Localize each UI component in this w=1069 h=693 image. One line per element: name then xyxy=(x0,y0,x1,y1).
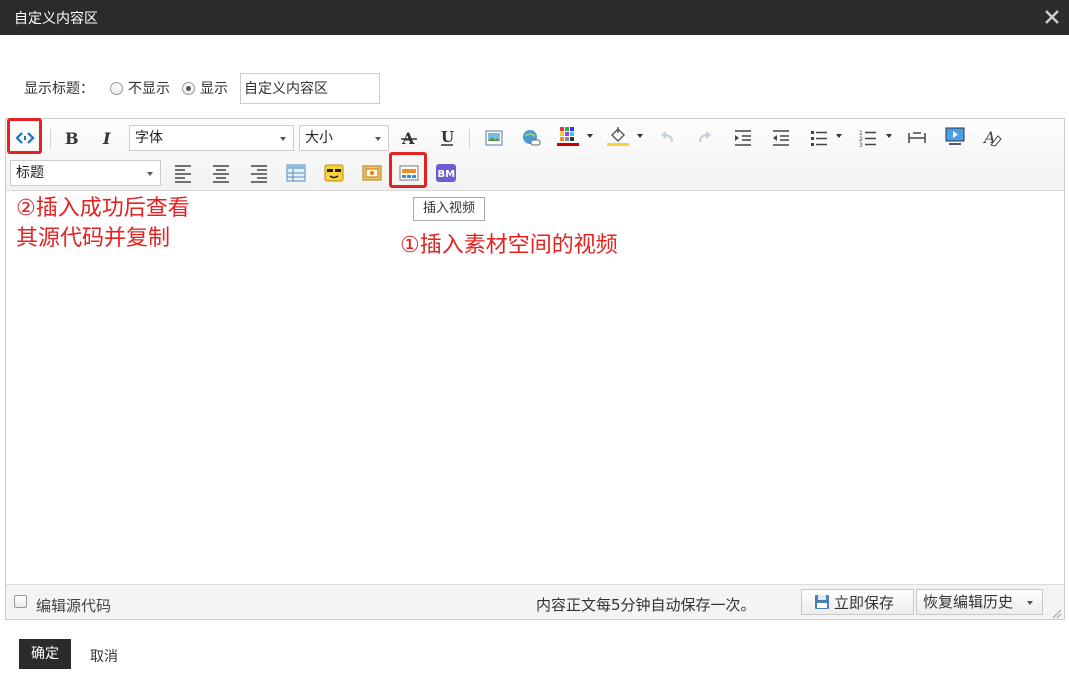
bm-icon[interactable]: BM xyxy=(435,162,457,184)
radio-circle-checked[interactable] xyxy=(182,81,195,95)
svg-text:3: 3 xyxy=(859,142,863,149)
insert-flash-icon[interactable] xyxy=(361,162,383,184)
font-color-icon[interactable] xyxy=(557,125,579,147)
strikethrough-icon[interactable]: A xyxy=(398,127,420,149)
underline-icon[interactable]: U xyxy=(436,127,458,149)
radio-circle[interactable] xyxy=(110,81,123,95)
editor-statusbar: 编辑源代码 内容正文每5分钟自动保存一次。 立即保存 恢复编辑历史 xyxy=(6,584,1064,619)
annotation-step2-line2: 其源代码并复制 xyxy=(16,226,171,251)
outdent-icon[interactable] xyxy=(770,127,792,149)
toolbar-separator xyxy=(469,129,470,149)
unordered-list-dropdown-icon[interactable] xyxy=(836,134,842,138)
title-input[interactable] xyxy=(240,72,380,104)
show-title-row: 显示标题： 不显示 显示 xyxy=(24,72,380,104)
ok-button[interactable]: 确定 xyxy=(19,639,71,669)
align-left-icon[interactable] xyxy=(172,162,194,184)
close-icon[interactable] xyxy=(1041,6,1063,28)
radio-hide-label: 不显示 xyxy=(128,81,170,97)
font-color-dropdown-icon[interactable] xyxy=(587,134,593,138)
bold-icon[interactable]: B xyxy=(60,127,82,149)
toolbar-separator xyxy=(50,129,51,149)
highlight-insert-video xyxy=(389,152,427,188)
svg-text:BM: BM xyxy=(438,169,456,180)
restore-history-label: 恢复编辑历史 xyxy=(923,593,1014,611)
align-right-icon[interactable] xyxy=(248,162,270,184)
cancel-button[interactable]: 取消 xyxy=(90,646,118,666)
radio-show-title[interactable]: 显示 xyxy=(182,78,228,98)
radio-hide-title[interactable]: 不显示 xyxy=(110,78,170,98)
background-color-icon[interactable] xyxy=(607,125,629,147)
annotation-step2-line1: ②插入成功后查看 xyxy=(16,196,190,221)
table-icon[interactable] xyxy=(285,162,307,184)
chevron-down-icon xyxy=(147,172,153,176)
unordered-list-icon[interactable] xyxy=(808,127,830,149)
save-now-label: 立即保存 xyxy=(834,593,895,612)
annotation-step2: ②插入成功后查看 其源代码并复制 xyxy=(16,194,190,254)
edit-source-checkbox[interactable] xyxy=(14,595,27,608)
svg-text:B: B xyxy=(65,129,79,148)
heading-select[interactable]: 标题 xyxy=(10,160,161,186)
background-color-dropdown-icon[interactable] xyxy=(637,134,643,138)
image-icon[interactable] xyxy=(483,127,505,149)
ordered-list-dropdown-icon[interactable] xyxy=(886,134,892,138)
chevron-down-icon xyxy=(375,137,381,141)
align-center-icon[interactable] xyxy=(210,162,232,184)
indent-icon[interactable] xyxy=(732,127,754,149)
highlight-source-button xyxy=(7,118,42,154)
clear-format-icon[interactable]: A xyxy=(981,127,1003,149)
chevron-down-icon xyxy=(1027,601,1033,605)
font-family-select[interactable]: 字体 xyxy=(129,125,294,151)
show-title-label: 显示标题： xyxy=(24,81,94,97)
emoticon-icon[interactable] xyxy=(323,162,345,184)
resize-grip-icon[interactable] xyxy=(1052,607,1062,619)
ordered-list-icon[interactable]: 123 xyxy=(857,127,879,149)
insert-video-tooltip: 插入视频 xyxy=(413,197,485,221)
dialog-titlebar: 自定义内容区 xyxy=(0,0,1069,35)
save-now-button[interactable]: 立即保存 xyxy=(801,589,914,615)
radio-show-label: 显示 xyxy=(200,81,228,97)
horizontal-rule-icon[interactable] xyxy=(906,127,928,149)
svg-text:U: U xyxy=(441,128,454,146)
undo-icon[interactable] xyxy=(657,127,679,149)
autosave-text: 内容正文每5分钟自动保存一次。 xyxy=(536,596,756,614)
font-size-select[interactable]: 大小 xyxy=(299,125,389,151)
link-icon[interactable] xyxy=(520,127,542,149)
redo-icon[interactable] xyxy=(693,127,715,149)
italic-icon[interactable]: I xyxy=(97,127,119,149)
restore-history-button[interactable]: 恢复编辑历史 xyxy=(916,589,1043,615)
annotation-step1: ①插入素材空间的视频 xyxy=(400,233,618,258)
floppy-icon xyxy=(815,595,829,609)
preview-icon[interactable] xyxy=(944,125,966,147)
font-size-value: 大小 xyxy=(305,130,333,146)
font-family-value: 字体 xyxy=(135,130,163,146)
edit-source-label: 编辑源代码 xyxy=(36,597,112,615)
dialog-title: 自定义内容区 xyxy=(14,11,98,27)
editor-toolbar: B I 字体 大小 A U 1 2 3 A 标题 BM xyxy=(6,119,1064,191)
chevron-down-icon xyxy=(280,137,286,141)
svg-text:I: I xyxy=(102,129,111,148)
heading-value: 标题 xyxy=(16,165,44,181)
